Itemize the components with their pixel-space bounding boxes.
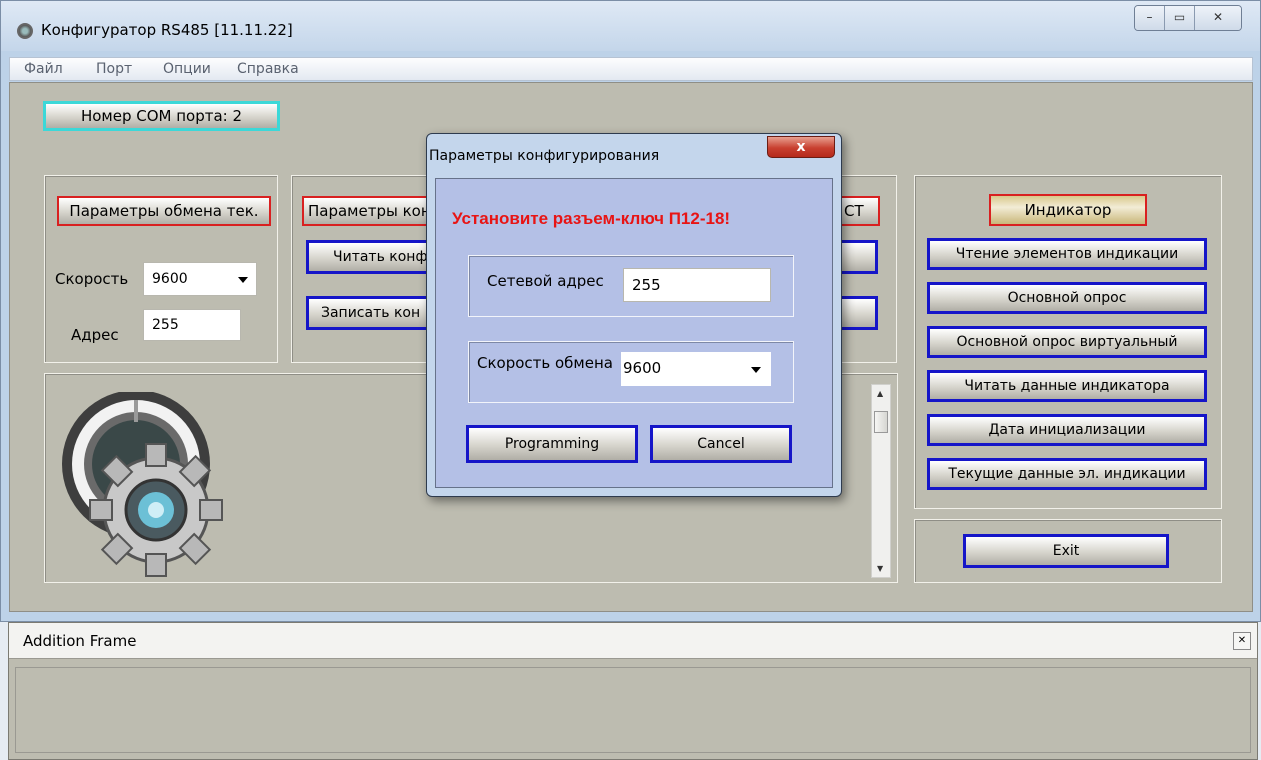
dialog-body: Установите разъем-ключ П12-18! Сетевой а… [435,178,833,488]
dialog-close-button[interactable]: x [767,136,835,158]
exchange-params-header: Параметры обмена тек. [57,196,271,226]
menu-help[interactable]: Справка [237,61,299,77]
network-address-label: Сетевой адрес [487,272,604,290]
minimize-button[interactable]: – [1135,6,1165,30]
maximize-button[interactable]: ▭ [1165,6,1195,30]
address-label: Адрес [71,326,119,344]
dialog-title: Параметры конфигурирования [429,148,660,164]
speed-value: 9600 [152,271,188,287]
programming-button[interactable]: Programming [466,425,638,463]
app-icon [17,23,33,39]
read-indicator-data-button[interactable]: Читать данные индикатора [927,370,1207,402]
log-scrollbar[interactable]: ▲ ▼ [871,384,891,578]
virtual-main-poll-button[interactable]: Основной опрос виртуальный [927,326,1207,358]
read-indication-elements-button[interactable]: Чтение элементов индикации [927,238,1207,270]
scroll-up-icon[interactable]: ▲ [877,389,883,398]
window-controls: – ▭ ✕ [1134,5,1242,31]
config-params-header-right: СТ [840,196,880,226]
config-button-right-2[interactable] [838,296,878,330]
addition-frame-close-button[interactable]: ✕ [1233,632,1251,650]
speed-select[interactable]: 9600 [143,262,257,296]
menu-port[interactable]: Порт [96,61,132,77]
addition-frame-title: Addition Frame [23,632,137,650]
indicator-header: Индикатор [989,194,1147,226]
exchange-speed-value: 9600 [623,359,662,377]
read-config-button[interactable]: Читать конф [306,240,438,274]
menu-options[interactable]: Опции [163,61,211,77]
scroll-thumb[interactable] [874,411,888,433]
close-button[interactable]: ✕ [1195,6,1241,30]
com-port-button[interactable]: Номер COM порта: 2 [43,101,280,131]
chevron-down-icon [751,367,761,373]
current-indication-data-button[interactable]: Текущие данные эл. индикации [927,458,1207,490]
init-date-button[interactable]: Дата инициализации [927,414,1207,446]
network-address-input[interactable]: 255 [623,268,771,302]
exit-button[interactable]: Exit [963,534,1169,568]
exit-panel: Exit [914,519,1222,583]
network-address-group: Сетевой адрес 255 [468,255,794,317]
addition-frame-titlebar: Addition Frame ✕ [9,623,1257,659]
menu-file[interactable]: Файл [24,61,63,77]
cancel-button[interactable]: Cancel [650,425,792,463]
config-dialog: Параметры конфигурирования x Установите … [426,133,842,497]
write-config-button[interactable]: Записать кон [306,296,438,330]
title-bar: Конфигуратор RS485 [11.11.22] – ▭ ✕ [1,1,1260,51]
exchange-speed-select[interactable]: 9600 [621,352,771,386]
config-button-right-1[interactable] [838,240,878,274]
window-title: Конфигуратор RS485 [11.11.22] [41,21,293,39]
exchange-speed-group: Скорость обмена 9600 [468,341,794,403]
indicator-panel: Индикатор Чтение элементов индикации Осн… [914,175,1222,509]
address-input[interactable]: 255 [143,309,241,341]
exchange-speed-label: Скорость обмена [477,354,613,372]
exchange-params-panel: Параметры обмена тек. Скорость 9600 Адре… [44,175,278,363]
chevron-down-icon [238,277,248,283]
addition-frame: Addition Frame ✕ [8,622,1258,760]
gear-logo-icon [62,392,223,577]
main-poll-button[interactable]: Основной опрос [927,282,1207,314]
key-warning-text: Установите разъем-ключ П12-18! [452,209,731,228]
scroll-down-icon[interactable]: ▼ [877,564,883,573]
menu-bar: Файл Порт Опции Справка [9,57,1253,81]
speed-label: Скорость [55,270,129,288]
config-params-header: Параметры кон [302,196,432,226]
addition-frame-body [15,667,1251,753]
